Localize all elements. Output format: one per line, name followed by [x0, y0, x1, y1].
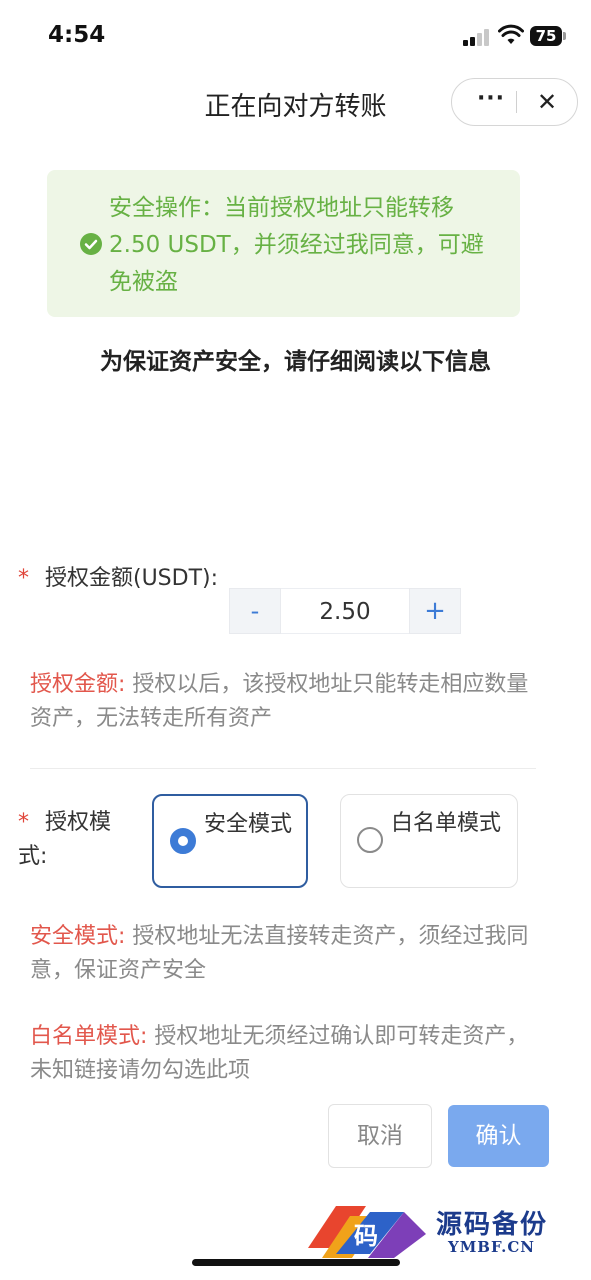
mode-label-text: 授权模式:: [18, 810, 112, 869]
cellular-signal-icon: [463, 28, 491, 46]
more-icon[interactable]: ···: [466, 79, 516, 124]
radio-selected-icon[interactable]: [170, 828, 196, 854]
security-notice-text: 安全操作：当前授权地址只能转移2.50 USDT，并须经过我同意，可避免被盗: [109, 195, 484, 295]
confirm-button[interactable]: 确认: [448, 1105, 549, 1167]
mode-option-safe[interactable]: 安全模式: [152, 794, 308, 888]
battery-level: 75: [530, 26, 562, 46]
amount-input[interactable]: 2.50: [281, 588, 409, 634]
home-indicator: [192, 1259, 400, 1266]
amount-description-key: 授权金额:: [30, 672, 126, 697]
mode-option-whitelist[interactable]: 白名单模式: [340, 794, 518, 888]
mini-program-capsule: ··· ✕: [451, 78, 578, 126]
decrement-button[interactable]: -: [229, 588, 281, 634]
check-circle-icon: [80, 233, 102, 255]
mode-option-label: 安全模式: [204, 812, 293, 837]
divider: [30, 768, 536, 769]
whitelist-mode-description: 白名单模式: 授权地址无须经过确认即可转走资产，未知链接请勿勾选此项: [30, 1020, 530, 1088]
intro-text: 为保证资产安全，请仔细阅读以下信息: [100, 349, 491, 375]
mode-option-label: 白名单模式: [391, 811, 502, 836]
watermark-title: 源码备份: [436, 1210, 549, 1240]
wifi-icon: [498, 24, 524, 44]
amount-stepper: - 2.50 +: [229, 588, 461, 634]
capsule-divider: [516, 91, 517, 113]
radio-unselected-icon[interactable]: [357, 827, 383, 853]
amount-label: * 授权金额(USDT):: [18, 560, 218, 592]
battery-icon: 75: [530, 26, 566, 46]
mode-label: * 授权模式:: [18, 806, 138, 874]
whitelist-mode-description-key: 白名单模式:: [30, 1024, 148, 1049]
transfer-auth-page: 4:54 75 正在向对方转账 ··· ✕ 安全操作：当前授权地址只能转移2.5…: [0, 0, 591, 1280]
status-time: 4:54: [48, 22, 106, 48]
watermark: 码 源码备份 YMBF.CN: [308, 1198, 591, 1264]
watermark-logo-char: 码: [354, 1221, 378, 1250]
required-mark: *: [18, 566, 29, 591]
cancel-button[interactable]: 取消: [328, 1104, 432, 1168]
amount-description: 授权金额: 授权以后，该授权地址只能转走相应数量资产，无法转走所有资产: [30, 668, 530, 736]
watermark-subtitle: YMBF.CN: [448, 1238, 536, 1256]
safe-mode-description-key: 安全模式:: [30, 924, 126, 949]
watermark-logo: 码: [308, 1206, 426, 1258]
close-icon[interactable]: ✕: [522, 79, 572, 124]
required-mark: *: [18, 810, 29, 835]
safe-mode-description: 安全模式: 授权地址无法直接转走资产，须经过我同意，保证资产安全: [30, 920, 530, 988]
status-bar: 4:54 75: [0, 0, 591, 70]
amount-label-text: 授权金额(USDT):: [45, 566, 219, 591]
increment-button[interactable]: +: [409, 588, 461, 634]
